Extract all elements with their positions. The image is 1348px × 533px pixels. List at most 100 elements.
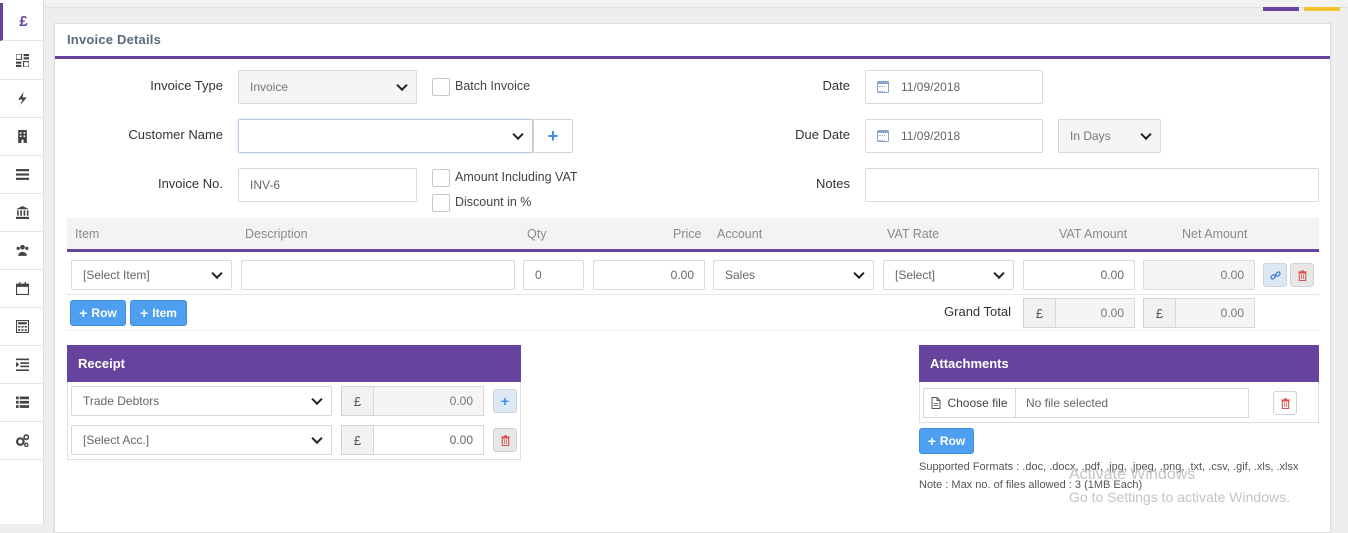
account-select[interactable]: Sales — [713, 260, 874, 290]
link-icon — [1269, 270, 1281, 280]
sidebar-item-journal[interactable] — [0, 346, 44, 384]
sidebar-item-contacts[interactable] — [0, 232, 44, 270]
receipt-account-select[interactable]: Trade Debtors — [71, 386, 332, 416]
trash-icon — [500, 434, 510, 446]
sidebar-item-quick[interactable] — [0, 80, 44, 118]
file-icon — [931, 397, 941, 409]
chevron-down-icon — [311, 393, 323, 406]
receipt-account-select[interactable]: [Select Acc.] — [71, 425, 332, 455]
plus-icon: + — [140, 305, 149, 321]
delete-row-button[interactable] — [1290, 263, 1314, 287]
sidebar-item-invoices[interactable]: £ — [0, 3, 44, 41]
notes-input[interactable] — [865, 168, 1319, 202]
due-date-label: Due Date — [795, 127, 850, 142]
sidebar-item-lists[interactable] — [0, 156, 44, 194]
item-value: [Select Item] — [83, 268, 150, 282]
section-divider — [67, 330, 1319, 331]
vat-amount-input[interactable]: 0.00 — [1023, 260, 1135, 290]
receipt-card-header: Receipt — [67, 345, 521, 382]
receipt-amount-value: 0.00 — [449, 433, 473, 447]
currency-addon: £ — [1143, 298, 1176, 328]
receipt-amount-input[interactable]: 0.00 — [373, 386, 484, 416]
due-date-value: 11/09/2018 — [901, 129, 961, 143]
plus-icon: + — [500, 393, 510, 409]
date-input[interactable]: 11/09/2018 — [865, 70, 1043, 104]
grand-total-net-value: 0.00 — [1220, 306, 1244, 320]
due-date-input[interactable]: 11/09/2018 — [865, 119, 1043, 153]
add-item-label: Item — [152, 306, 177, 320]
link-button[interactable] — [1263, 263, 1287, 287]
currency-addon: £ — [341, 425, 374, 455]
chevron-down-icon — [211, 267, 223, 280]
pound-icon: £ — [19, 13, 28, 30]
description-textarea[interactable] — [241, 260, 515, 290]
amount-incl-vat-checkbox[interactable] — [432, 169, 450, 187]
price-input[interactable]: 0.00 — [593, 260, 705, 290]
sidebar-item-calendar[interactable] — [0, 270, 44, 308]
add-row-button[interactable]: + Row — [70, 300, 126, 326]
file-input[interactable]: Choose file No file selected — [923, 388, 1249, 418]
item-select[interactable]: [Select Item] — [71, 260, 232, 290]
building-icon — [17, 130, 27, 143]
watermark-line-1: Activate Windows — [1069, 466, 1196, 483]
choose-file-label: Choose file — [947, 396, 1008, 410]
invoice-details-panel: Invoice Details Invoice Type Invoice Bat… — [54, 23, 1331, 533]
chevron-down-icon — [512, 128, 524, 141]
invoice-no-input[interactable]: INV-6 — [238, 168, 417, 202]
bank-icon — [15, 206, 29, 219]
receipt-account-value: [Select Acc.] — [83, 433, 150, 447]
sidebar: £ — [0, 0, 44, 524]
date-label: Date — [822, 78, 850, 93]
chevron-down-icon — [311, 432, 323, 445]
sidebar-item-banking[interactable] — [0, 194, 44, 232]
choose-file-button[interactable]: Choose file — [924, 389, 1016, 417]
invoice-type-value: Invoice — [250, 80, 289, 94]
col-header-vat-amount: VAT Amount — [1059, 227, 1128, 241]
add-customer-button[interactable]: + — [533, 119, 573, 153]
attachments-card-header: Attachments — [919, 345, 1319, 382]
sidebar-item-reports[interactable] — [0, 384, 44, 422]
due-in-select[interactable]: In Days — [1058, 119, 1161, 153]
net-amount-input: 0.00 — [1143, 260, 1255, 290]
currency-addon: £ — [341, 386, 374, 416]
list-icon — [15, 169, 29, 180]
sidebar-item-dashboard[interactable] — [0, 42, 44, 80]
notes-label: Notes — [816, 176, 850, 191]
row-divider — [67, 294, 1319, 295]
add-attachment-row-label: Row — [939, 434, 966, 448]
sidebar-item-settings[interactable] — [0, 422, 44, 460]
qty-value: 0 — [535, 268, 542, 282]
chevron-down-icon — [993, 267, 1005, 280]
qty-input[interactable]: 0 — [523, 260, 584, 290]
invoice-type-select[interactable]: Invoice — [238, 70, 417, 104]
sidebar-item-calculator[interactable] — [0, 308, 44, 346]
chevron-down-icon — [853, 267, 865, 280]
sidebar-item-company[interactable] — [0, 118, 44, 156]
delete-receipt-row-button[interactable] — [493, 428, 517, 452]
grand-total-net: 0.00 — [1175, 298, 1255, 328]
panel-divider — [55, 56, 1330, 59]
add-attachment-row-button[interactable]: + Row — [919, 428, 974, 454]
customer-name-select[interactable] — [238, 119, 533, 153]
top-bar — [45, 0, 1348, 8]
grand-total-vat-value: 0.00 — [1100, 306, 1124, 320]
amount-incl-vat-label: Amount Including VAT — [455, 170, 578, 184]
invoice-no-label: Invoice No. — [157, 176, 223, 191]
add-item-button[interactable]: + Item — [130, 300, 187, 326]
col-header-vat-rate: VAT Rate — [887, 227, 940, 241]
col-header-net-amount: Net Amount — [1182, 227, 1248, 241]
delete-attachment-button[interactable] — [1273, 391, 1297, 415]
accent-bar-yellow — [1304, 7, 1340, 11]
net-amount-value: 0.00 — [1220, 268, 1244, 282]
panel-title: Invoice Details — [67, 32, 162, 47]
batch-invoice-label: Batch Invoice — [455, 79, 531, 93]
plus-icon: + — [79, 305, 88, 321]
receipt-amount-input[interactable]: 0.00 — [373, 425, 484, 455]
table-list-icon — [15, 396, 29, 408]
vat-rate-select[interactable]: [Select] — [883, 260, 1014, 290]
vat-amount-value: 0.00 — [1100, 268, 1124, 282]
batch-invoice-checkbox[interactable] — [432, 78, 450, 96]
add-receipt-row-button[interactable]: + — [493, 389, 517, 413]
plus-icon: + — [927, 433, 936, 449]
discount-pct-checkbox[interactable] — [432, 194, 450, 212]
